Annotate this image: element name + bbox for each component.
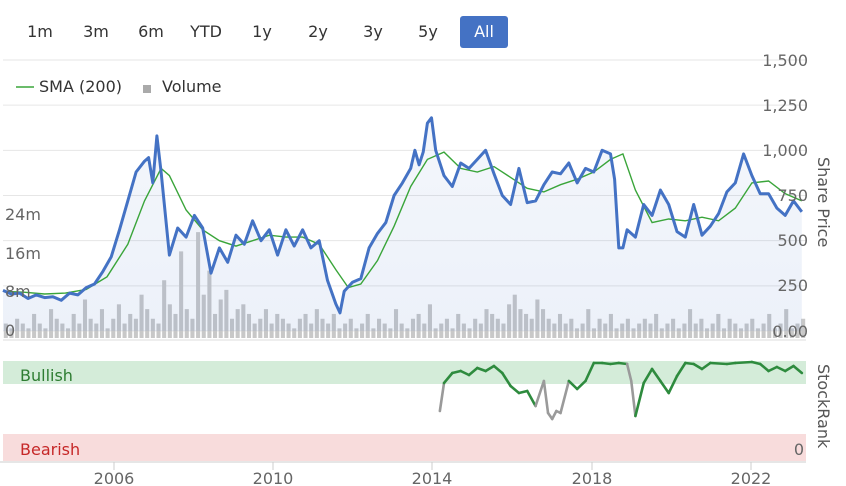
volume-tick-label: 16m [5, 244, 41, 263]
stockrank-segment [550, 409, 558, 421]
bearish-zone [3, 434, 806, 461]
stockrank-segment [629, 379, 637, 418]
year-tick-label: 2006 [94, 469, 135, 486]
stockrank-zero-label: 0 [794, 440, 804, 459]
year-tick-label: 2014 [412, 469, 453, 486]
stockrank-axis-title: StockRank [814, 364, 833, 449]
stockrank-segment [709, 361, 729, 366]
stockrank-segment [525, 389, 537, 408]
year-tick-label: 2018 [572, 469, 613, 486]
volume-legend-label[interactable]: Volume [162, 77, 222, 96]
price-tick-label: 1,000 [762, 141, 808, 160]
stockrank-segment [559, 379, 571, 415]
price-area [3, 117, 802, 331]
stockrank-segment [542, 379, 550, 415]
year-tick-label: 2022 [731, 469, 772, 486]
stockrank-segment [634, 381, 646, 418]
volume-legend-swatch[interactable] [143, 85, 151, 93]
volume-tick-label: 8m [5, 282, 31, 301]
volume-tick-label: 0 [5, 321, 15, 340]
price-chart: SMA (200) Volume 1,500 1,250 1,000 750 5… [0, 51, 833, 486]
price-tick-label: 0.00 [772, 322, 808, 341]
stockrank-segment [733, 360, 754, 365]
legend: SMA (200) Volume [16, 77, 222, 96]
sma-legend-label[interactable]: SMA (200) [39, 77, 122, 96]
price-tick-label: 1,250 [762, 96, 808, 115]
volume-tick-label: 24m [5, 205, 41, 224]
stockrank-segment [534, 379, 546, 408]
share-price-axis-title: Share Price [814, 157, 833, 247]
stockrank-segment [438, 381, 446, 413]
stockrank-segment [509, 384, 521, 395]
price-tick-label: 250 [777, 276, 808, 295]
price-tick-label: 750 [777, 186, 808, 205]
price-tick-label: 1,500 [762, 51, 808, 70]
price-tick-label: 500 [777, 231, 808, 250]
year-tick-label: 2010 [253, 469, 294, 486]
year-axis: 2006 2010 2014 2018 2022 [94, 462, 772, 486]
bullish-zone-label: Bullish [20, 366, 73, 385]
bearish-zone-label: Bearish [20, 440, 80, 459]
